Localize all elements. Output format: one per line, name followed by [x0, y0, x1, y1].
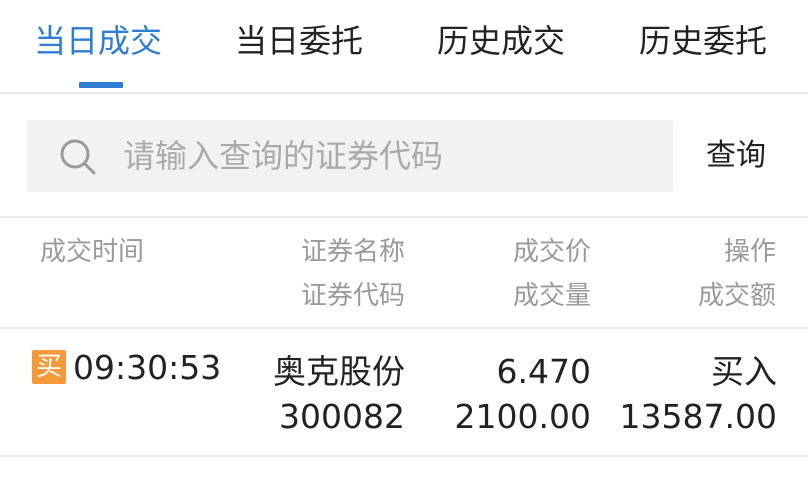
tab-today-trades[interactable]: 当日成交 — [34, 18, 162, 64]
header-trade-amount: 成交额 — [697, 281, 776, 311]
header-trade-time: 成交时间 — [40, 237, 145, 267]
search-box[interactable] — [27, 120, 673, 192]
tab-history-trades[interactable]: 历史成交 — [437, 18, 565, 64]
trade-volume: 2100.00 — [454, 397, 591, 436]
divider — [0, 216, 808, 218]
trade-time: 09:30:53 — [73, 348, 222, 387]
header-action: 操作 — [723, 237, 776, 267]
search-icon — [60, 139, 96, 175]
search-input[interactable] — [123, 120, 653, 192]
active-tab-indicator — [79, 82, 123, 88]
divider — [0, 327, 808, 329]
trade-price: 6.470 — [496, 352, 591, 391]
header-trade-volume: 成交量 — [512, 281, 591, 311]
header-security-name: 证券名称 — [300, 237, 405, 267]
tab-bar: 当日成交 当日委托 历史成交 历史委托 — [0, 0, 808, 94]
trade-action: 买入 — [711, 352, 777, 391]
security-code: 300082 — [279, 397, 405, 436]
trade-amount: 13587.00 — [619, 397, 777, 436]
trade-query-page: 当日成交 当日委托 历史成交 历史委托 查询 成交时间 证券名称 证券代码 成交… — [0, 0, 808, 500]
header-security-code: 证券代码 — [300, 281, 405, 311]
header-trade-price: 成交价 — [512, 237, 591, 267]
buy-badge: 买 — [32, 350, 66, 384]
tab-today-orders[interactable]: 当日委托 — [235, 18, 363, 64]
tab-history-orders[interactable]: 历史委托 — [639, 18, 767, 64]
divider — [0, 455, 808, 457]
security-name: 奥克股份 — [273, 352, 405, 391]
query-button[interactable]: 查询 — [706, 133, 766, 179]
